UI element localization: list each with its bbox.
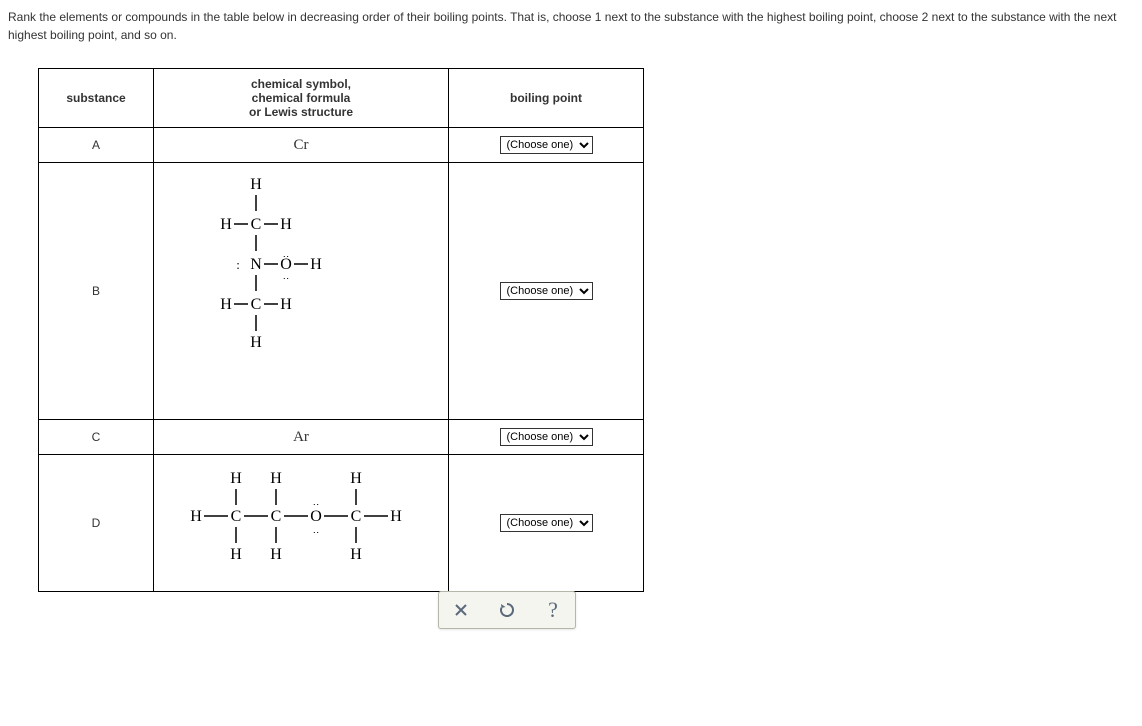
svg-text:‥: ‥	[313, 497, 320, 508]
svg-text:H: H	[270, 546, 282, 563]
svg-text:C: C	[231, 508, 242, 525]
substance-label-b: B	[39, 163, 154, 420]
structure-d: H H H ‥ H C	[154, 455, 449, 592]
structure-a: Cr	[154, 128, 449, 163]
svg-text::: :	[236, 257, 240, 272]
substance-label-a: A	[39, 128, 154, 163]
table-row: C Ar (Choose one)	[39, 420, 644, 455]
substance-label-c: C	[39, 420, 154, 455]
table-row: D H H H ‥	[39, 455, 644, 592]
rank-select-b[interactable]: (Choose one)	[500, 282, 593, 300]
svg-text:H: H	[270, 470, 282, 487]
lewis-structure-b: H H C H : N	[166, 171, 436, 411]
svg-text:H: H	[230, 546, 242, 563]
structure-b: H H C H : N	[154, 163, 449, 420]
svg-text:‥: ‥	[283, 271, 290, 282]
svg-text:H: H	[390, 508, 402, 525]
header-boiling: boiling point	[449, 69, 644, 128]
svg-text:H: H	[280, 296, 292, 313]
svg-text:H: H	[220, 216, 232, 233]
structure-c: Ar	[154, 420, 449, 455]
question-text: Rank the elements or compounds in the ta…	[8, 8, 1134, 44]
svg-text:H: H	[310, 256, 322, 273]
reset-icon[interactable]	[495, 598, 519, 622]
rank-select-c[interactable]: (Choose one)	[500, 428, 593, 446]
rank-select-d[interactable]: (Choose one)	[500, 514, 593, 532]
svg-text:H: H	[250, 176, 262, 193]
svg-text:H: H	[230, 470, 242, 487]
svg-text:C: C	[351, 508, 362, 525]
svg-text:O: O	[310, 508, 322, 525]
svg-text:‥: ‥	[313, 525, 320, 536]
svg-text:C: C	[251, 216, 262, 233]
header-structure: chemical symbol, chemical formula or Lew…	[154, 69, 449, 128]
svg-text:H: H	[350, 470, 362, 487]
rank-select-a[interactable]: (Choose one)	[500, 136, 593, 154]
svg-text:H: H	[350, 546, 362, 563]
svg-text:H: H	[220, 296, 232, 313]
help-icon[interactable]: ?	[541, 598, 565, 622]
svg-text:C: C	[251, 296, 262, 313]
lewis-structure-d: H H H ‥ H C	[166, 463, 436, 583]
answer-controls: ?	[438, 591, 576, 629]
svg-text:H: H	[280, 216, 292, 233]
svg-text:C: C	[271, 508, 282, 525]
svg-text:H: H	[250, 334, 262, 351]
table-row: B H H C H	[39, 163, 644, 420]
close-icon[interactable]	[449, 598, 473, 622]
svg-text:H: H	[190, 508, 202, 525]
svg-text:N: N	[250, 256, 262, 273]
substance-label-d: D	[39, 455, 154, 592]
header-substance: substance	[39, 69, 154, 128]
table-row: A Cr (Choose one)	[39, 128, 644, 163]
ranking-table: substance chemical symbol, chemical form…	[38, 68, 644, 592]
